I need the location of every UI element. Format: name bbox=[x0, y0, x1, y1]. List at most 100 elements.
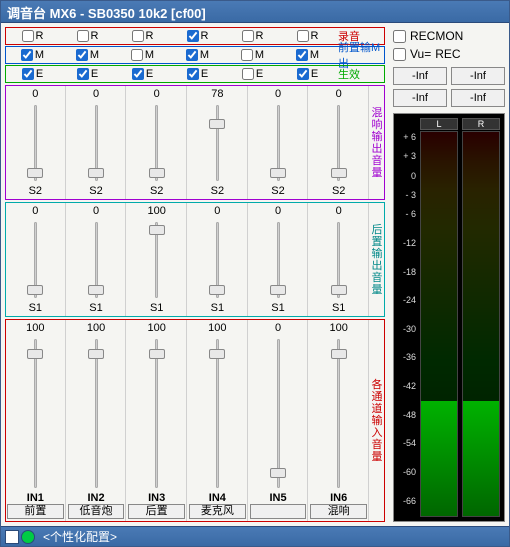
pre-cell-2: M bbox=[61, 47, 115, 63]
meter-l-label: L bbox=[420, 118, 458, 130]
block2-value-3: 100 bbox=[148, 205, 166, 218]
block2-chan-3: 100S1 bbox=[127, 203, 187, 316]
block2-send-4: S1 bbox=[211, 302, 224, 314]
block2-slider-3[interactable] bbox=[148, 222, 166, 298]
reverb-out-block: 0S20S20S278S20S20S2混响输出音量 bbox=[5, 85, 385, 200]
pre-checkbox-2[interactable] bbox=[76, 49, 88, 61]
block2-value-6: 0 bbox=[336, 205, 342, 218]
pre-checkbox-5[interactable] bbox=[241, 49, 253, 61]
pre-cell-5: M bbox=[226, 47, 280, 63]
rec-cell-4: R bbox=[171, 28, 225, 44]
block2-value-5: 0 bbox=[275, 205, 281, 218]
live-row-label: 生效 bbox=[336, 66, 384, 82]
status-icon-1[interactable] bbox=[5, 530, 19, 544]
block1-value-4: 78 bbox=[211, 88, 223, 101]
pre-letter-3: M bbox=[145, 49, 154, 61]
live-cell-1: E bbox=[6, 66, 60, 82]
peak-r-bot-button[interactable]: -Inf bbox=[451, 89, 505, 107]
pre-cell-6: M bbox=[281, 47, 335, 63]
rec-checkbox-2[interactable] bbox=[77, 30, 89, 42]
block1-send-1: S2 bbox=[29, 185, 42, 197]
live-row: EEEEEE生效 bbox=[5, 65, 385, 83]
rec-letter-3: R bbox=[146, 30, 154, 42]
peak-l-top-button[interactable]: -Inf bbox=[393, 67, 447, 85]
block3-slider-1[interactable] bbox=[26, 339, 44, 488]
block3-value-4: 100 bbox=[208, 322, 226, 335]
channel-name-4[interactable]: 麦克风 bbox=[189, 504, 246, 519]
block1-slider-4[interactable] bbox=[208, 105, 226, 181]
rec-checkbox-1[interactable] bbox=[22, 30, 34, 42]
vu-label: Vu= bbox=[410, 47, 431, 61]
rec-checkbox-5[interactable] bbox=[242, 30, 254, 42]
channel-name-3[interactable]: 后置 bbox=[128, 504, 185, 519]
pre-checkbox-4[interactable] bbox=[186, 49, 198, 61]
live-cell-5: E bbox=[226, 66, 280, 82]
window-title: 调音台 MX6 - SB0350 10k2 [cf00] bbox=[1, 1, 509, 23]
block3-slider-3[interactable] bbox=[148, 339, 166, 488]
live-cell-3: E bbox=[116, 66, 170, 82]
block1-send-3: S2 bbox=[150, 185, 163, 197]
block1-slider-3[interactable] bbox=[148, 105, 166, 181]
rec-cell-5: R bbox=[226, 28, 280, 44]
block1-slider-6[interactable] bbox=[330, 105, 348, 181]
block2-vert-label: 后置 输出音量 bbox=[370, 203, 384, 316]
live-checkbox-1[interactable] bbox=[22, 68, 34, 80]
in-label-4: IN4 bbox=[209, 492, 226, 504]
rec-checkbox-3[interactable] bbox=[132, 30, 144, 42]
block3-slider-5[interactable] bbox=[269, 339, 287, 488]
vu-checkbox[interactable] bbox=[393, 48, 406, 61]
rec-checkbox-6[interactable] bbox=[297, 30, 309, 42]
live-checkbox-6[interactable] bbox=[297, 68, 309, 80]
pre-letter-1: M bbox=[35, 49, 44, 61]
recmon-checkbox[interactable] bbox=[393, 30, 406, 43]
channel-name-6[interactable]: 混响 bbox=[310, 504, 367, 519]
block3-chan-3: 100IN3后置 bbox=[127, 320, 187, 521]
block1-chan-3: 0 S2 bbox=[127, 86, 187, 199]
pre-checkbox-3[interactable] bbox=[131, 49, 143, 61]
block2-slider-6[interactable] bbox=[330, 222, 348, 298]
block2-slider-4[interactable] bbox=[208, 222, 226, 298]
meter-r-bar bbox=[462, 131, 500, 517]
block3-slider-6[interactable] bbox=[330, 339, 348, 488]
block1-vert-label: 混响输出音量 bbox=[370, 86, 384, 199]
pre-letter-5: M bbox=[255, 49, 264, 61]
block2-send-6: S1 bbox=[332, 302, 345, 314]
block1-slider-1[interactable] bbox=[26, 105, 44, 181]
live-letter-3: E bbox=[146, 68, 153, 80]
block2-send-1: S1 bbox=[29, 302, 42, 314]
peak-l-bot-button[interactable]: -Inf bbox=[393, 89, 447, 107]
block1-slider-5[interactable] bbox=[269, 105, 287, 181]
live-checkbox-2[interactable] bbox=[77, 68, 89, 80]
pre-checkbox-1[interactable] bbox=[21, 49, 33, 61]
block2-chan-6: 0 S1 bbox=[309, 203, 369, 316]
channel-name-5[interactable] bbox=[250, 504, 307, 519]
block2-slider-2[interactable] bbox=[87, 222, 105, 298]
block3-value-3: 100 bbox=[148, 322, 166, 335]
block2-slider-5[interactable] bbox=[269, 222, 287, 298]
block3-slider-2[interactable] bbox=[87, 339, 105, 488]
block1-slider-2[interactable] bbox=[87, 105, 105, 181]
live-checkbox-3[interactable] bbox=[132, 68, 144, 80]
rec-cell-6: R bbox=[281, 28, 335, 44]
block2-slider-1[interactable] bbox=[26, 222, 44, 298]
rec-letter-1: R bbox=[36, 30, 44, 42]
block3-vert-label: 各通道输入音量 bbox=[370, 320, 384, 521]
channel-name-1[interactable]: 前置 bbox=[7, 504, 64, 519]
status-icon-2[interactable] bbox=[21, 530, 35, 544]
block2-chan-2: 0S1 bbox=[67, 203, 127, 316]
recmon-label: RECMON bbox=[410, 29, 463, 43]
block1-send-2: S2 bbox=[89, 185, 102, 197]
block1-value-3: 0 bbox=[154, 88, 160, 101]
rec-checkbox-4[interactable] bbox=[187, 30, 199, 42]
peak-r-top-button[interactable]: -Inf bbox=[451, 67, 505, 85]
live-checkbox-5[interactable] bbox=[242, 68, 254, 80]
live-letter-6: E bbox=[311, 68, 318, 80]
channel-name-2[interactable]: 低音炮 bbox=[68, 504, 125, 519]
block2-value-1: 0 bbox=[32, 205, 38, 218]
live-letter-5: E bbox=[256, 68, 263, 80]
live-letter-1: E bbox=[36, 68, 43, 80]
block2-chan-5: 0S1 bbox=[249, 203, 309, 316]
live-checkbox-4[interactable] bbox=[187, 68, 199, 80]
block3-slider-4[interactable] bbox=[208, 339, 226, 488]
pre-checkbox-6[interactable] bbox=[296, 49, 308, 61]
